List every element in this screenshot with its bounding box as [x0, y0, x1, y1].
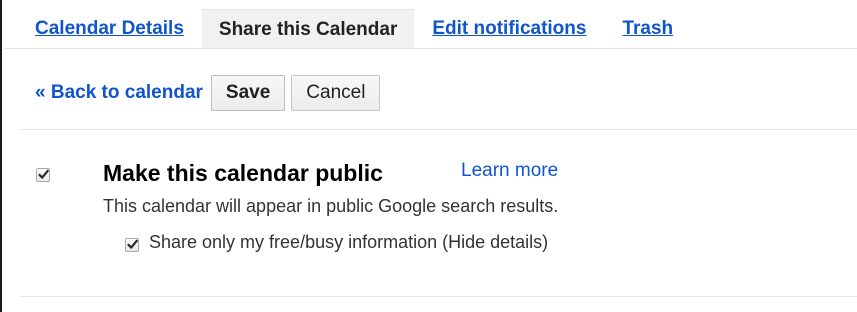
settings-tabs: Calendar Details Share this Calendar Edi…	[16, 9, 691, 49]
cancel-button[interactable]: Cancel	[291, 75, 381, 111]
free-busy-checkbox[interactable]	[125, 238, 139, 252]
make-public-title: Make this calendar public	[103, 160, 383, 186]
make-public-checkbox[interactable]	[36, 168, 50, 182]
public-description: This calendar will appear in public Goog…	[103, 196, 559, 216]
tab-calendar-details[interactable]: Calendar Details	[16, 9, 202, 49]
tab-edit-notifications[interactable]: Edit notifications	[414, 9, 604, 49]
bottom-divider	[20, 296, 857, 297]
tab-share-this-calendar[interactable]: Share this Calendar	[201, 9, 415, 49]
save-button[interactable]: Save	[210, 75, 286, 111]
calendar-settings-panel: Calendar Details Share this Calendar Edi…	[0, 0, 857, 312]
check-icon	[127, 239, 138, 249]
section-divider	[20, 129, 857, 130]
free-busy-label[interactable]: Share only my free/busy information (Hid…	[149, 232, 548, 253]
learn-more-link[interactable]: Learn more	[461, 160, 558, 182]
tabs-divider	[4, 48, 857, 49]
check-icon	[38, 169, 49, 179]
toolbar: « Back to calendar Save Cancel	[35, 74, 386, 112]
tab-trash[interactable]: Trash	[604, 9, 691, 49]
back-to-calendar-link[interactable]: « Back to calendar	[35, 82, 203, 104]
